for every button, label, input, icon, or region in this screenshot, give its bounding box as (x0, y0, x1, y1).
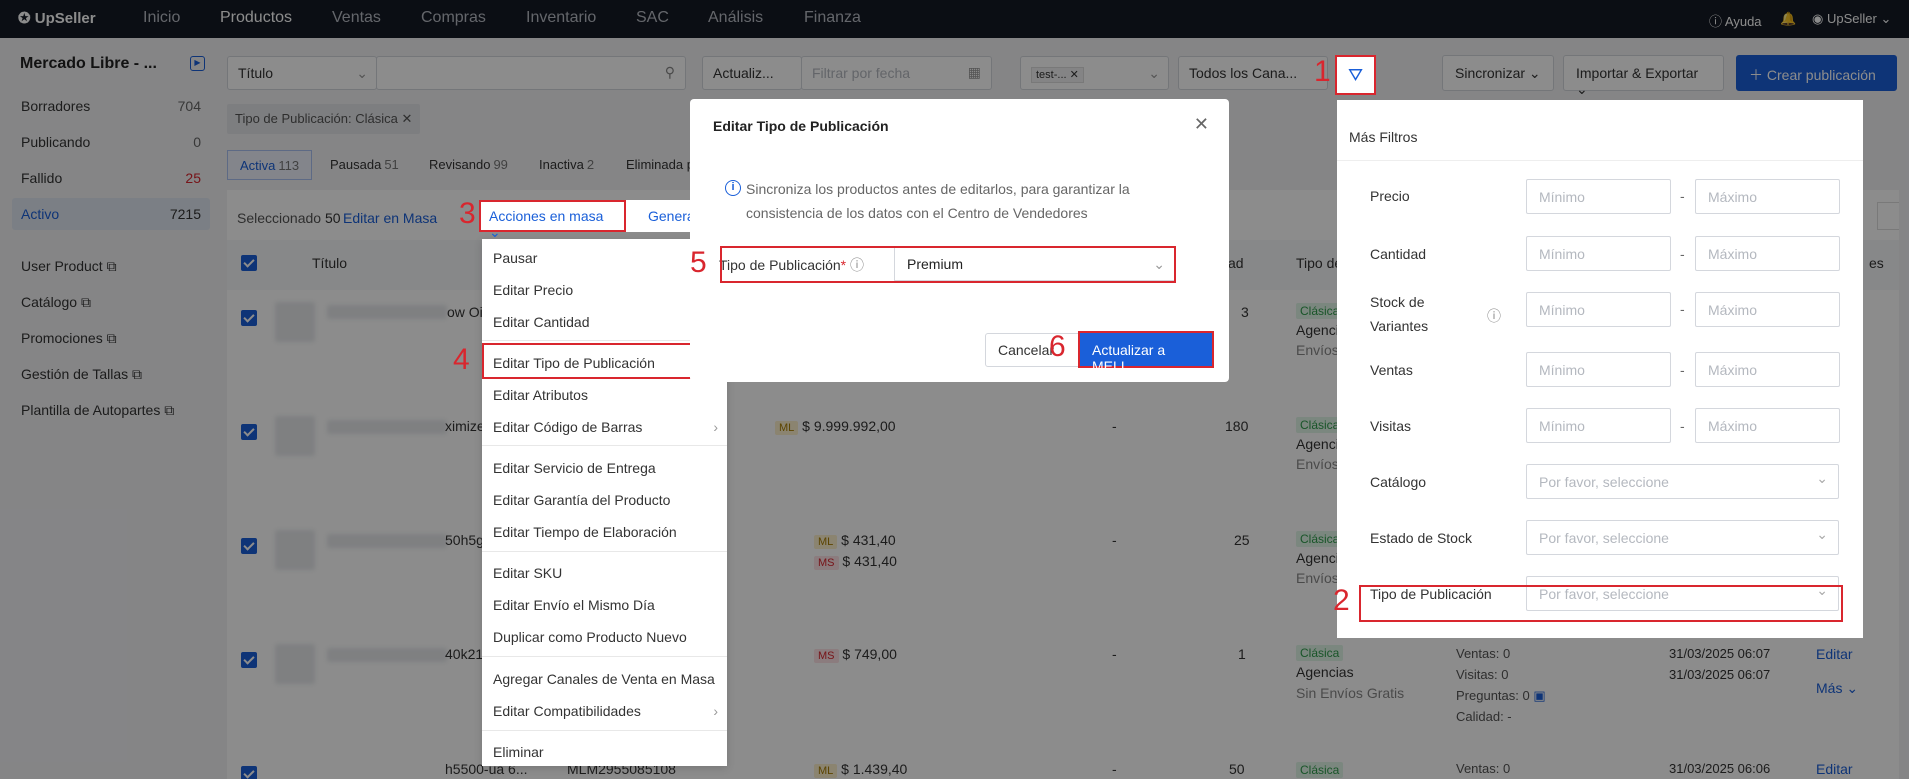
highlight-box (1359, 585, 1843, 622)
menu-divider (482, 656, 727, 657)
estado-stock-select[interactable]: Por favor, seleccione (1526, 520, 1839, 555)
filters-title: Más Filtros (1349, 129, 1418, 145)
notice-line-2: consistencia de los datos con el Centro … (746, 205, 1088, 221)
menu-item-editar-sku[interactable]: Editar SKU (493, 565, 562, 581)
ventas-min-input[interactable]: Mínimo (1526, 352, 1671, 387)
cantidad-max-input[interactable]: Máximo (1695, 236, 1840, 271)
modal-title: Editar Tipo de Publicación (713, 118, 889, 134)
step-number: 3 (459, 197, 476, 230)
menu-divider (482, 730, 727, 731)
menu-item-servicio-entrega[interactable]: Editar Servicio de Entrega (493, 460, 656, 476)
highlight-box (479, 200, 626, 232)
chevron-right-icon: › (713, 419, 718, 435)
menu-item-editar-precio[interactable]: Editar Precio (493, 282, 573, 298)
menu-item-tiempo-elaboracion[interactable]: Editar Tiempo de Elaboración (493, 524, 677, 540)
range-dash: - (1680, 188, 1685, 204)
stock-max-input[interactable]: Máximo (1695, 292, 1840, 327)
filter-icon[interactable]: ⛛ (1335, 55, 1376, 95)
menu-item-editar-codigo-barras[interactable]: Editar Código de Barras › (493, 419, 718, 435)
visitas-min-input[interactable]: Mínimo (1526, 408, 1671, 443)
precio-min-input[interactable]: Mínimo (1526, 179, 1671, 214)
cancel-button[interactable]: Cancelar (985, 333, 1085, 367)
filter-label-estado-stock: Estado de Stock (1370, 530, 1472, 546)
menu-item-editar-cantidad[interactable]: Editar Cantidad (493, 314, 590, 330)
filter-label-visitas: Visitas (1370, 418, 1411, 434)
filter-label-stock-variantes: Stock de Variantes (1370, 294, 1429, 334)
filter-label-precio: Precio (1370, 188, 1410, 204)
menu-item-compatibilidades[interactable]: Editar Compatibilidades › (493, 703, 718, 719)
step-number: 1 (1314, 55, 1331, 88)
divider (1337, 160, 1863, 161)
filter-label-cantidad: Cantidad (1370, 246, 1427, 262)
step-number: 5 (690, 246, 707, 279)
cantidad-min-input[interactable]: Mínimo (1526, 236, 1671, 271)
menu-item-editar-atributos[interactable]: Editar Atributos (493, 387, 588, 403)
generate-button[interactable]: Genera (626, 200, 695, 232)
filter-label-catalogo: Catálogo (1370, 474, 1427, 490)
menu-item-eliminar[interactable]: Eliminar (493, 744, 544, 760)
menu-item-envio-mismo-dia[interactable]: Editar Envío el Mismo Día (493, 597, 655, 613)
range-dash: - (1680, 418, 1685, 434)
visitas-max-input[interactable]: Máximo (1695, 408, 1840, 443)
menu-item-agregar-canales[interactable]: Agregar Canales de Venta en Masa (493, 671, 715, 687)
update-meli-button[interactable]: Actualizar a MELI (1078, 331, 1214, 374)
highlight-box (720, 246, 1176, 283)
edit-listing-type-modal: Editar Tipo de Publicación ✕ i Sincroniz… (690, 99, 1229, 382)
ventas-max-input[interactable]: Máximo (1695, 352, 1840, 387)
menu-divider (482, 445, 727, 446)
more-filters-panel: Más Filtros Precio Mínimo - Máximo Canti… (1337, 100, 1863, 638)
menu-item-garantia[interactable]: Editar Garantía del Producto (493, 492, 670, 508)
menu-divider (482, 551, 727, 552)
notice-line-1: Sincroniza los productos antes de editar… (746, 181, 1130, 197)
step-number: 6 (1049, 330, 1066, 363)
close-icon[interactable]: ✕ (1194, 114, 1209, 135)
menu-item-duplicar[interactable]: Duplicar como Producto Nuevo (493, 629, 687, 645)
step-number: 4 (453, 343, 470, 376)
range-dash: - (1680, 301, 1685, 317)
info-icon: i (725, 180, 741, 196)
filter-label-ventas: Ventas (1370, 362, 1413, 378)
range-dash: - (1680, 362, 1685, 378)
range-dash: - (1680, 246, 1685, 262)
help-icon: ⓘ (1487, 308, 1501, 324)
step-number: 2 (1333, 584, 1350, 617)
stock-min-input[interactable]: Mínimo (1526, 292, 1671, 327)
catalogo-select[interactable]: Por favor, seleccione (1526, 464, 1839, 499)
precio-max-input[interactable]: Máximo (1695, 179, 1840, 214)
menu-item-pausar[interactable]: Pausar (493, 250, 537, 266)
chevron-right-icon: › (713, 703, 718, 719)
